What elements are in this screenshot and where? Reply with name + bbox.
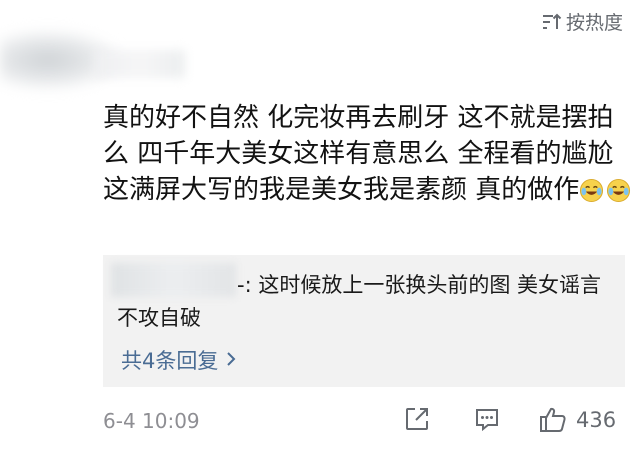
emoji-group — [579, 178, 631, 203]
share-button[interactable] — [403, 405, 431, 433]
thumbs-up-icon — [540, 407, 566, 432]
sort-icon — [542, 13, 562, 31]
like-button[interactable]: 436 — [538, 405, 616, 435]
comment-footer: 6-4 10:09 436 — [103, 405, 623, 441]
laugh-cry-emoji-icon — [580, 178, 604, 203]
sort-label: 按热度 — [565, 12, 623, 34]
comment-card: 按热度 真的好不自然 化完妆再去刷牙 这不就是摆拍么 四千年大美女这样有意思么 … — [0, 0, 641, 460]
chevron-right-icon — [226, 348, 236, 372]
username[interactable] — [95, 50, 185, 78]
view-replies-link[interactable]: 共4条回复 — [121, 345, 236, 375]
reply-text: -: 这时候放上一张换头前的图 美女谣言不攻自破 — [117, 273, 602, 330]
comment-body: 真的好不自然 化完妆再去刷牙 这不就是摆拍么 四千年大美女这样有意思么 全程看的… — [103, 100, 633, 208]
comment-icon — [476, 409, 498, 432]
sort-by-hot[interactable]: 按热度 — [542, 8, 623, 35]
like-count: 436 — [576, 408, 617, 432]
view-replies-label: 共4条回复 — [121, 349, 219, 373]
share-icon — [406, 408, 428, 430]
comment-text: 真的好不自然 化完妆再去刷牙 这不就是摆拍么 四千年大美女这样有意思么 全程看的… — [103, 103, 614, 205]
reply-button[interactable] — [473, 405, 501, 433]
reply-preview[interactable]: -: 这时候放上一张换头前的图 美女谣言不攻自破 共4条回复 — [103, 255, 625, 387]
laugh-cry-emoji-icon — [607, 178, 631, 203]
timestamp: 6-4 10:09 — [103, 409, 200, 433]
